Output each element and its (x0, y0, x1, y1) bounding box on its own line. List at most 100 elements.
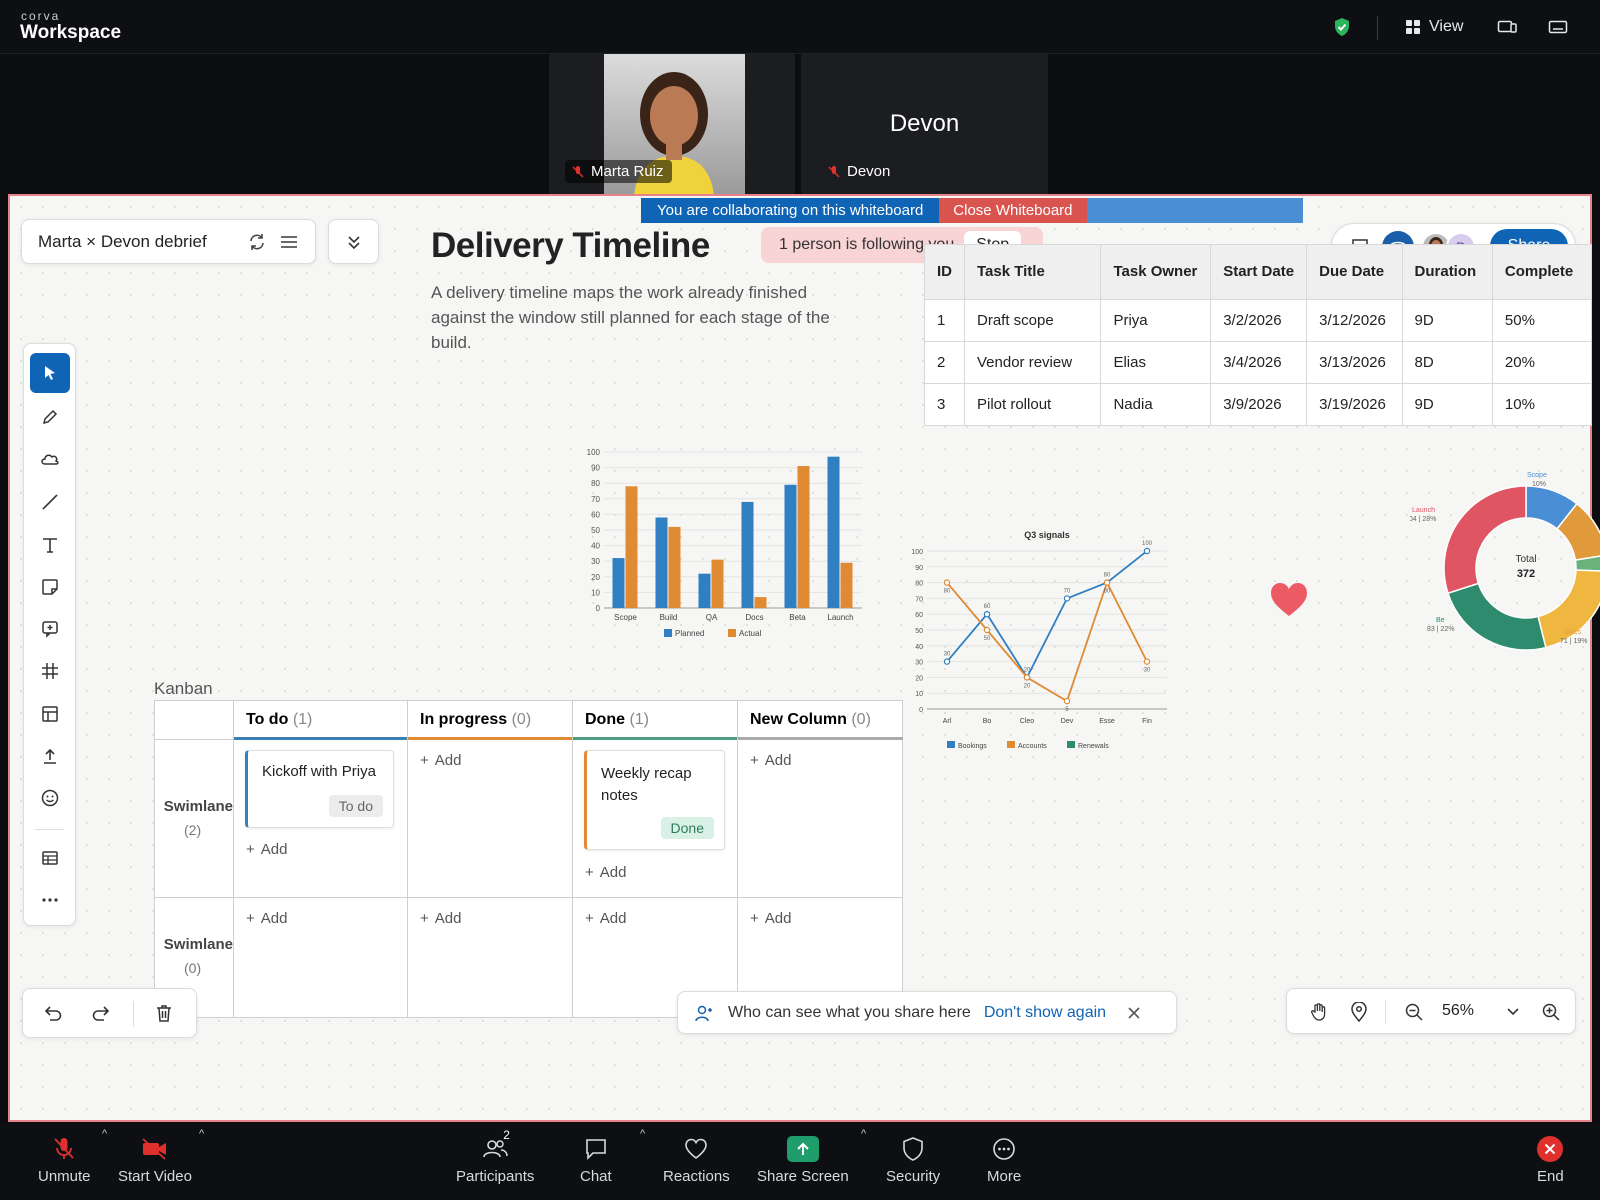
table-header-cell: Task Owner (1100, 244, 1212, 300)
add-label: Add (260, 910, 288, 927)
video-options-caret-icon[interactable]: ^ (199, 1128, 204, 1140)
more-button[interactable]: More (987, 1136, 1021, 1185)
legend-swatch (728, 629, 736, 637)
data-point (1063, 697, 1071, 705)
document-description[interactable]: A delivery timeline maps the work alread… (431, 280, 831, 355)
close-whiteboard-button[interactable]: Close Whiteboard (939, 198, 1087, 223)
participants-button[interactable]: 2 Participants (456, 1128, 534, 1185)
add-card-button[interactable]: + Add (750, 752, 791, 769)
kanban-column-done[interactable]: Done (1) (573, 700, 737, 740)
share-screen-button[interactable]: Share Screen (757, 1136, 849, 1185)
sync-icon[interactable] (248, 233, 266, 251)
location-pin-icon[interactable] (1350, 1002, 1368, 1022)
muted-mic-icon (54, 1138, 74, 1159)
dont-show-again-link[interactable]: Don't show again (984, 1004, 1106, 1022)
x-tick-label: Launch (827, 613, 853, 622)
text-tool[interactable] (30, 525, 70, 565)
template-tool[interactable] (30, 694, 70, 734)
add-label: Add (599, 864, 627, 881)
end-meeting-button[interactable]: End (1537, 1136, 1564, 1185)
line-tool[interactable] (30, 482, 70, 522)
kanban-column-in-progress[interactable]: In progress (0) (408, 700, 572, 740)
kanban-column-new[interactable]: New Column (0) (738, 700, 903, 740)
table-row[interactable]: 2 Vendor review Elias 3/4/2026 3/13/2026… (924, 341, 1592, 384)
task-table-wrapper[interactable]: ID Task Title Task Owner Start Date Due … (924, 244, 1592, 428)
table-row[interactable]: 3 Pilot rollout Nadia 3/9/2026 3/19/2026… (924, 383, 1592, 426)
chat-options-caret-icon[interactable]: ^ (640, 1128, 645, 1140)
zoom-out-icon[interactable] (1404, 1002, 1424, 1022)
chat-button[interactable]: Chat (580, 1136, 612, 1185)
add-card-button[interactable]: + Add (585, 910, 626, 927)
add-card-button[interactable]: + Add (246, 910, 287, 927)
table-tool[interactable] (30, 838, 70, 878)
bar (668, 526, 681, 608)
reactions-button[interactable]: Reactions (663, 1136, 730, 1185)
menu-icon[interactable] (280, 234, 298, 250)
sticky-note-tool[interactable] (30, 567, 70, 607)
document-heading[interactable]: Delivery Timeline (431, 226, 710, 266)
legend-label: Renewals (1078, 743, 1109, 750)
kanban-card[interactable]: Kickoff with Priya To do (245, 750, 394, 828)
chevron-down-icon[interactable] (1507, 1008, 1519, 1016)
audio-options-caret-icon[interactable]: ^ (102, 1128, 107, 1140)
heart-icon[interactable] (1270, 582, 1308, 618)
swimlane-label[interactable]: Swimlane (154, 798, 233, 815)
add-card-button[interactable]: + Add (246, 841, 287, 858)
bar (741, 501, 754, 608)
participant-name-tag: Devon (821, 160, 898, 183)
pen-tool[interactable] (30, 397, 70, 437)
add-comment-icon (42, 621, 58, 638)
data-label: 60 (984, 604, 991, 610)
zoom-level[interactable]: 56% (1442, 1002, 1474, 1020)
bar (827, 456, 840, 608)
table-row[interactable]: 1 Draft scope Priya 3/2/2026 3/12/2026 9… (924, 299, 1592, 342)
more-tools-button[interactable] (30, 880, 70, 920)
divider (1385, 1000, 1386, 1024)
collapse-button[interactable] (328, 219, 379, 264)
security-shield-icon[interactable] (1333, 0, 1351, 54)
chat-label: Chat (580, 1168, 612, 1185)
frame-tool[interactable] (30, 651, 70, 691)
emoji-tool[interactable] (30, 778, 70, 818)
swimlane-label[interactable]: Swimlane (154, 936, 233, 953)
trash-icon[interactable] (154, 1003, 174, 1023)
shape-tool[interactable] (30, 439, 70, 479)
select-tool[interactable] (30, 353, 70, 393)
start-video-button[interactable]: Start Video (118, 1136, 192, 1185)
upload-tool[interactable] (30, 736, 70, 776)
add-card-button[interactable]: + Add (585, 864, 626, 881)
divider (133, 1001, 134, 1027)
board-title[interactable]: Marta × Devon debrief (38, 232, 207, 252)
column-count: (0) (851, 711, 871, 728)
security-button[interactable]: Security (886, 1136, 940, 1185)
device-switch-icon[interactable] (1497, 0, 1517, 54)
donut-chart[interactable]: Total 372 Launch 104 | 28% Be 83 | 22% Docs 71 … (1410, 470, 1600, 660)
q3-signals-line-chart[interactable]: Q3 signals 0 10 20 30 40 50 60 70 80 90 100 Arl Bo Cle… (905, 525, 1185, 755)
add-card-button[interactable]: + Add (420, 752, 461, 769)
add-card-button[interactable]: + Add (750, 910, 791, 927)
comment-tool[interactable] (30, 609, 70, 649)
person-visibility-icon (695, 1005, 712, 1021)
zoom-in-icon[interactable] (1541, 1002, 1561, 1022)
video-tile-devon[interactable]: Devon Devon (801, 54, 1048, 195)
share-screen-label: Share Screen (757, 1168, 849, 1185)
kanban-column-todo[interactable]: To do (1) (234, 700, 407, 740)
slice-value-label: 10% (1532, 481, 1546, 488)
bar (625, 486, 638, 608)
redo-icon[interactable] (91, 1004, 111, 1024)
undo-icon[interactable] (43, 1004, 63, 1024)
close-icon[interactable] (1128, 1006, 1140, 1019)
y-tick-label: 80 (591, 479, 600, 488)
kanban-title[interactable]: Kanban (154, 679, 213, 699)
minimize-window-icon[interactable] (1548, 0, 1568, 54)
unmute-button[interactable]: Unmute (38, 1136, 91, 1185)
slice-value-label: 104 | 28% (1410, 516, 1436, 523)
planned-vs-actual-bar-chart[interactable]: 0 10 20 30 40 50 60 70 80 90 100 Scope Build QA Docs Be… (572, 440, 872, 650)
hand-pan-icon[interactable] (1309, 1002, 1329, 1022)
video-tile-marta[interactable]: Marta Ruiz (549, 54, 795, 195)
add-card-button[interactable]: + Add (420, 910, 461, 927)
view-label: View (1429, 18, 1464, 35)
kanban-card[interactable]: Weekly recap notes Done (584, 750, 725, 850)
view-button[interactable]: View (1405, 0, 1463, 54)
share-options-caret-icon[interactable]: ^ (861, 1128, 866, 1140)
